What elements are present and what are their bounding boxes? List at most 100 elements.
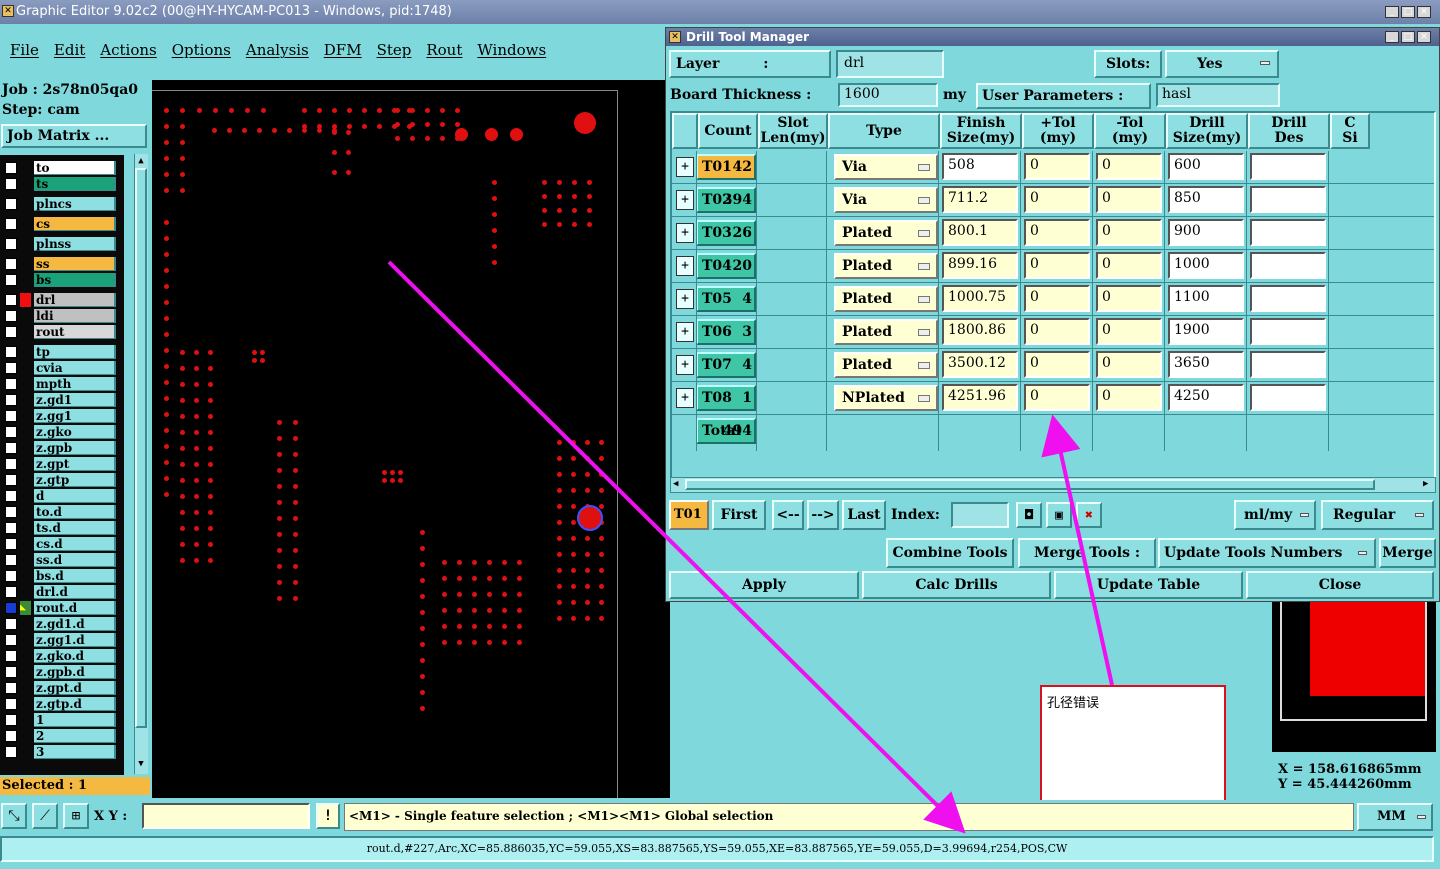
drill-hole[interactable] [557, 472, 562, 477]
drill-hole[interactable] [242, 128, 247, 133]
layer-name[interactable]: z.gd1 [34, 392, 116, 407]
drill-hole[interactable] [293, 452, 298, 457]
layer-checkbox[interactable] [5, 197, 17, 210]
drill-hole[interactable] [420, 706, 425, 711]
plus-tol-input[interactable]: 0 [1024, 318, 1090, 345]
thickness-input[interactable]: 1600 [838, 83, 938, 107]
drill-hole[interactable] [180, 172, 185, 177]
layer-checkbox[interactable] [5, 649, 17, 662]
drill-hole[interactable] [442, 576, 447, 581]
drill-hole[interactable] [557, 536, 562, 541]
layer-row-z.gpt[interactable]: z.gpt [0, 456, 116, 471]
drill-hole[interactable] [517, 576, 522, 581]
drill-hole[interactable] [410, 122, 415, 127]
type-dropdown[interactable]: NPlated [834, 385, 938, 411]
drill-hole[interactable] [420, 578, 425, 583]
drill-hole[interactable] [557, 552, 562, 557]
drill-hole[interactable] [208, 478, 213, 483]
drill-hole[interactable] [420, 562, 425, 567]
layer-row-bs[interactable]: bs [0, 272, 116, 287]
row-select-icon[interactable]: + [676, 157, 694, 177]
menu-options[interactable]: Options [172, 41, 231, 59]
units-dropdown[interactable]: ml/my [1234, 500, 1316, 530]
drill-hole[interactable] [164, 188, 169, 193]
last-button[interactable]: Last [842, 500, 886, 530]
layer-name[interactable]: z.gpt.d [34, 680, 116, 695]
layer-name[interactable]: ss.d [34, 552, 116, 567]
drill-hole[interactable] [194, 430, 199, 435]
drill-hole[interactable] [164, 316, 169, 321]
layer-checkbox[interactable] [5, 633, 17, 646]
index-input[interactable] [951, 502, 1009, 528]
type-dropdown[interactable]: Plated [834, 319, 938, 345]
drill-hole[interactable] [332, 130, 337, 135]
drill-hole[interactable] [587, 222, 592, 227]
drill-hole[interactable] [472, 608, 477, 613]
layer-checkbox[interactable] [5, 713, 17, 726]
layer-checkbox[interactable] [5, 325, 17, 338]
drill-hole[interactable] [164, 332, 169, 337]
graphics-canvas[interactable] [152, 80, 670, 798]
layer-name[interactable]: z.gtp [34, 472, 116, 487]
apply-button[interactable]: Apply [669, 571, 859, 599]
drill-hole[interactable] [180, 350, 185, 355]
layer-checkbox[interactable] [5, 377, 17, 390]
plus-tol-input[interactable]: 0 [1024, 285, 1090, 312]
drill-hole[interactable] [252, 350, 257, 355]
drill-hole[interactable] [492, 212, 497, 217]
drill-hole[interactable] [571, 472, 576, 477]
drill-hole[interactable] [194, 558, 199, 563]
drill-hole[interactable] [585, 488, 590, 493]
layer-checkbox[interactable] [5, 441, 17, 454]
finish-size-input[interactable]: 508 [942, 153, 1018, 180]
layer-name[interactable]: z.gd1.d [34, 616, 116, 631]
drill-hole[interactable] [485, 128, 498, 141]
drill-hole[interactable] [585, 600, 590, 605]
drill-hole[interactable] [472, 640, 477, 645]
drill-hole[interactable] [599, 616, 604, 621]
plus-tol-input[interactable]: 0 [1024, 351, 1090, 378]
merge-button[interactable]: Merge [1379, 538, 1436, 568]
drill-hole[interactable] [272, 128, 277, 133]
drill-hole[interactable] [229, 108, 234, 113]
drill-hole[interactable] [457, 608, 462, 613]
layer-checkbox[interactable] [5, 489, 17, 502]
drill-hole[interactable] [194, 446, 199, 451]
drill-hole[interactable] [420, 674, 425, 679]
menu-file[interactable]: File [10, 41, 39, 59]
drill-hole[interactable] [277, 548, 282, 553]
drill-hole[interactable] [442, 640, 447, 645]
layer-row-2[interactable]: 2 [0, 728, 116, 743]
drill-hole[interactable] [599, 584, 604, 589]
drill-hole[interactable] [455, 128, 468, 141]
drill-hole[interactable] [517, 592, 522, 597]
drill-hole[interactable] [212, 128, 217, 133]
finish-size-input[interactable]: 800.1 [942, 219, 1018, 246]
minus-tol-input[interactable]: 0 [1096, 186, 1162, 213]
drill-hole[interactable] [164, 284, 169, 289]
drill-hole[interactable] [277, 452, 282, 457]
drill-hole[interactable] [164, 444, 169, 449]
layer-name[interactable]: tp [34, 344, 116, 359]
drill-hole[interactable] [457, 560, 462, 565]
drill-hole[interactable] [587, 194, 592, 199]
layer-name[interactable]: ts.d [34, 520, 116, 535]
drill-hole[interactable] [420, 594, 425, 599]
drill-hole[interactable] [347, 124, 352, 129]
drill-des-input[interactable] [1250, 219, 1326, 246]
layer-row-z.gpt.d[interactable]: z.gpt.d [0, 680, 116, 695]
drill-hole[interactable] [442, 592, 447, 597]
drill-hole[interactable] [180, 478, 185, 483]
slots-dropdown[interactable]: Yes [1165, 50, 1279, 78]
prev-button[interactable]: <-- [772, 500, 804, 530]
drill-des-input[interactable] [1250, 252, 1326, 279]
layer-checkbox[interactable] [5, 257, 17, 270]
drill-hole[interactable] [277, 564, 282, 569]
drill-hole[interactable] [382, 470, 387, 475]
drill-hole[interactable] [457, 640, 462, 645]
drill-hole[interactable] [346, 130, 351, 135]
drill-hole[interactable] [410, 136, 415, 141]
layer-row-ts[interactable]: ts [0, 176, 116, 191]
drill-hole[interactable] [487, 608, 492, 613]
drill-hole[interactable] [180, 414, 185, 419]
